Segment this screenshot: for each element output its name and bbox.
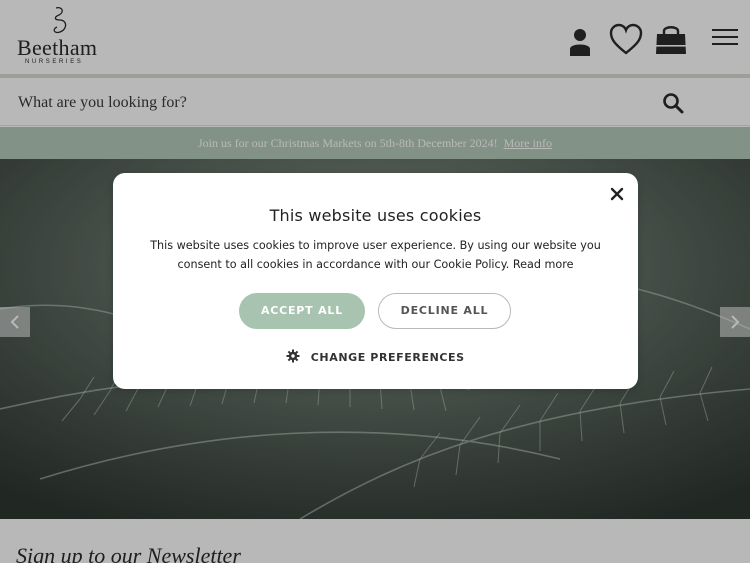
cookie-overlay: This website uses cookies This website u… xyxy=(0,0,750,563)
page: Beetham NURSERIES Join us f xyxy=(0,0,750,563)
change-preferences-button[interactable]: CHANGE PREFERENCES xyxy=(113,349,638,364)
decline-all-button[interactable]: DECLINE ALL xyxy=(378,293,511,329)
cookie-dialog-title: This website uses cookies xyxy=(269,206,482,225)
close-icon[interactable] xyxy=(608,185,626,203)
accept-all-button[interactable]: ACCEPT ALL xyxy=(239,293,365,329)
gear-icon xyxy=(286,349,300,363)
change-preferences-label: CHANGE PREFERENCES xyxy=(310,351,465,364)
read-more-link[interactable]: Read more xyxy=(513,258,574,271)
cookie-dialog-body: This website uses cookies to improve use… xyxy=(131,236,620,274)
cookie-dialog: This website uses cookies This website u… xyxy=(113,173,638,389)
